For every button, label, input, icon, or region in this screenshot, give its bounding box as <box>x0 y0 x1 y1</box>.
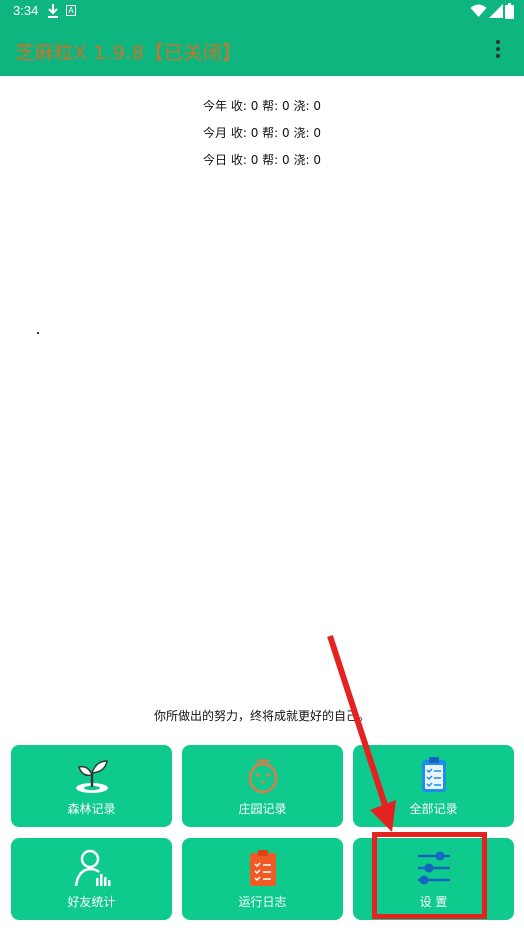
clipboard-icon <box>421 757 446 792</box>
user-stats-icon <box>74 849 110 887</box>
more-vert-icon[interactable] <box>486 37 510 63</box>
tile-label: 庄园记录 <box>238 802 287 816</box>
highlight-box <box>372 832 487 919</box>
a-badge-icon: A <box>66 5 76 16</box>
tile-label: 森林记录 <box>67 802 116 816</box>
wifi-icon <box>470 4 487 17</box>
forest-record-button[interactable]: 森林记录 <box>11 745 172 827</box>
status-time: 3:34 <box>13 3 39 18</box>
log-icon <box>249 850 276 886</box>
stat-year: 今年 收: 0 帮: 0 浇: 0 <box>203 99 321 113</box>
chick-icon <box>248 758 277 794</box>
sprout-icon <box>75 760 108 793</box>
app-bar: 芝麻粒X 1.9.8【已关闭】 <box>0 24 524 76</box>
dot-mark <box>37 332 39 334</box>
signal-icon <box>489 4 503 18</box>
friend-stats-button[interactable]: 好友统计 <box>11 838 172 920</box>
run-log-button[interactable]: 运行日志 <box>182 838 343 920</box>
stat-day: 今日 收: 0 帮: 0 浇: 0 <box>203 153 321 167</box>
motto-text: 你所做出的努力，终将成就更好的自己。 <box>153 709 370 723</box>
tile-label: 好友统计 <box>67 895 116 909</box>
battery-icon <box>505 3 514 19</box>
stat-month: 今月 收: 0 帮: 0 浇: 0 <box>203 126 321 140</box>
status-bar: 3:34 A <box>0 0 524 24</box>
tile-label: 运行日志 <box>238 895 287 909</box>
all-record-button[interactable]: 全部记录 <box>353 745 514 827</box>
manor-record-button[interactable]: 庄园记录 <box>182 745 343 827</box>
app-title: 芝麻粒X 1.9.8【已关闭】 <box>15 42 242 64</box>
tile-label: 全部记录 <box>409 802 458 816</box>
download-icon <box>48 4 58 18</box>
